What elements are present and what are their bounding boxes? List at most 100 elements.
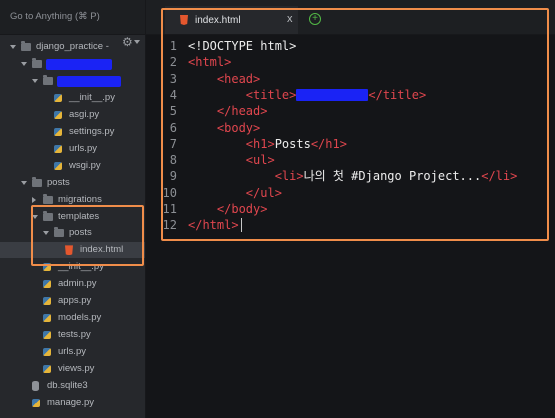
folder-icon [32,57,42,68]
line-number: 8 [169,153,177,168]
code-line-10: </ul> [245,185,282,200]
line-number: 10 [162,185,177,200]
tree-item-label: apps.py [58,295,92,307]
tree-item[interactable]: urls.py [0,344,145,360]
tree-item-label: wsgi.py [69,159,101,171]
tree-item-label: urls.py [69,142,97,154]
folder-icon [32,176,42,187]
line-number: 6 [169,120,177,135]
tree-item-label: admin.py [58,278,97,290]
chevron-down-icon[interactable] [43,231,49,236]
line-number: 5 [169,104,177,119]
python-file-icon [54,127,62,136]
chevron-down-icon[interactable] [32,214,38,219]
tree-item[interactable] [0,73,145,89]
folder-icon [21,41,31,51]
folder-icon [54,227,64,238]
tree-item-label: templates [58,210,100,222]
python-file-icon [32,398,40,407]
line-number: 4 [169,87,177,102]
tree-item-label: views.py [58,363,95,375]
python-file-icon [54,144,62,153]
line-number: 11 [162,202,177,216]
tree-item[interactable]: admin.py [0,276,145,292]
tree-item[interactable]: db.sqlite3 [0,378,145,394]
tree-item[interactable]: templates [0,209,145,225]
database-file-icon [32,381,39,391]
python-file-icon [43,348,51,357]
folder-icon [43,74,53,85]
python-file-icon [43,280,51,289]
tree-item[interactable]: index.html [0,242,145,259]
tree-item[interactable]: apps.py [0,293,145,309]
line-number: 1 [169,39,177,53]
text-cursor [241,218,242,232]
chevron-down-icon[interactable] [21,61,27,66]
redacted-label [57,75,121,87]
tree-item-label: django_practice - [36,41,109,52]
code-line-2: <html> [188,55,232,70]
chevron-right-icon[interactable] [32,196,36,203]
folder-icon [43,193,53,204]
chevron-down-icon[interactable] [21,180,27,185]
tree-item[interactable]: __init__.py [0,259,145,275]
code-line-3: <head> [216,71,261,86]
tree-item-label: db.sqlite3 [47,380,88,391]
line-number: 7 [169,136,177,151]
goto-anything-label: Go to Anything (⌘ P) [10,11,100,22]
tree-item[interactable]: __init__.py [0,90,145,106]
redacted-label [46,58,112,70]
tree-item[interactable]: asgi.py [0,107,145,123]
python-file-icon [43,365,51,374]
code-line-9: <li>나의 첫 #Django Project...</li> [274,169,518,184]
code-line-5: </head> [216,104,268,119]
tree-item-label: manage.py [47,396,95,408]
close-icon[interactable]: x [287,13,293,25]
tree-item[interactable]: wsgi.py [0,158,145,174]
sidebar: Go to Anything (⌘ P) ⚙ django_practice -… [0,0,146,418]
tree-item[interactable]: models.py [0,310,145,326]
tree-item-label: urls.py [58,346,86,358]
redacted-title [296,89,369,102]
tree-item-label: index.html [80,244,124,256]
code-line-6: <body> [216,120,261,135]
line-number: 9 [169,169,177,184]
tree-item[interactable]: django_practice - [0,39,145,55]
code-line-11: </body> [216,202,268,216]
chevron-down-icon[interactable] [10,45,16,49]
tree-item[interactable]: posts [0,175,145,191]
tree-item-label: models.py [58,312,102,324]
tree-item[interactable]: posts [0,225,145,241]
python-file-icon [43,263,51,272]
tree-item[interactable]: tests.py [0,327,145,343]
python-file-icon [43,331,51,340]
goto-anything-search[interactable]: Go to Anything (⌘ P) [0,0,145,35]
tree-item[interactable]: settings.py [0,124,145,140]
tree-item[interactable]: manage.py [0,395,145,411]
tree-item-label: posts [47,176,70,188]
tree-item-label: posts [69,227,92,239]
python-file-icon [54,161,62,170]
chevron-down-icon[interactable] [32,78,38,83]
tree-item-label: tests.py [58,329,91,341]
code-line-8: <ul> [245,153,275,168]
tab-label: index.html [195,15,241,26]
tree-item[interactable]: migrations [0,192,145,208]
tree-item[interactable] [0,56,145,72]
line-number: 2 [169,55,177,70]
tree-item-label: asgi.py [69,108,100,120]
code-line-12: </html> [188,218,239,233]
tab-index-html[interactable]: index.html x [165,6,298,34]
tree-item[interactable]: views.py [0,361,145,377]
tree-item[interactable]: urls.py [0,141,145,157]
new-tab-icon[interactable]: + [309,13,321,25]
code-line-7: <h1>Posts</h1> [245,136,347,151]
code-line-4: <title> </title> [245,87,427,102]
tree-item-label: settings.py [69,125,115,137]
line-number: 12 [162,218,177,233]
python-file-icon [54,93,62,102]
code-editor[interactable]: 1 2 3 4 5 6 7 8 9 10 11 12 <!DOCTYPE html> <html> <… [146,35,555,418]
folder-icon [43,210,53,221]
python-file-icon [43,297,51,306]
tab-bar: index.html x + [146,0,555,35]
